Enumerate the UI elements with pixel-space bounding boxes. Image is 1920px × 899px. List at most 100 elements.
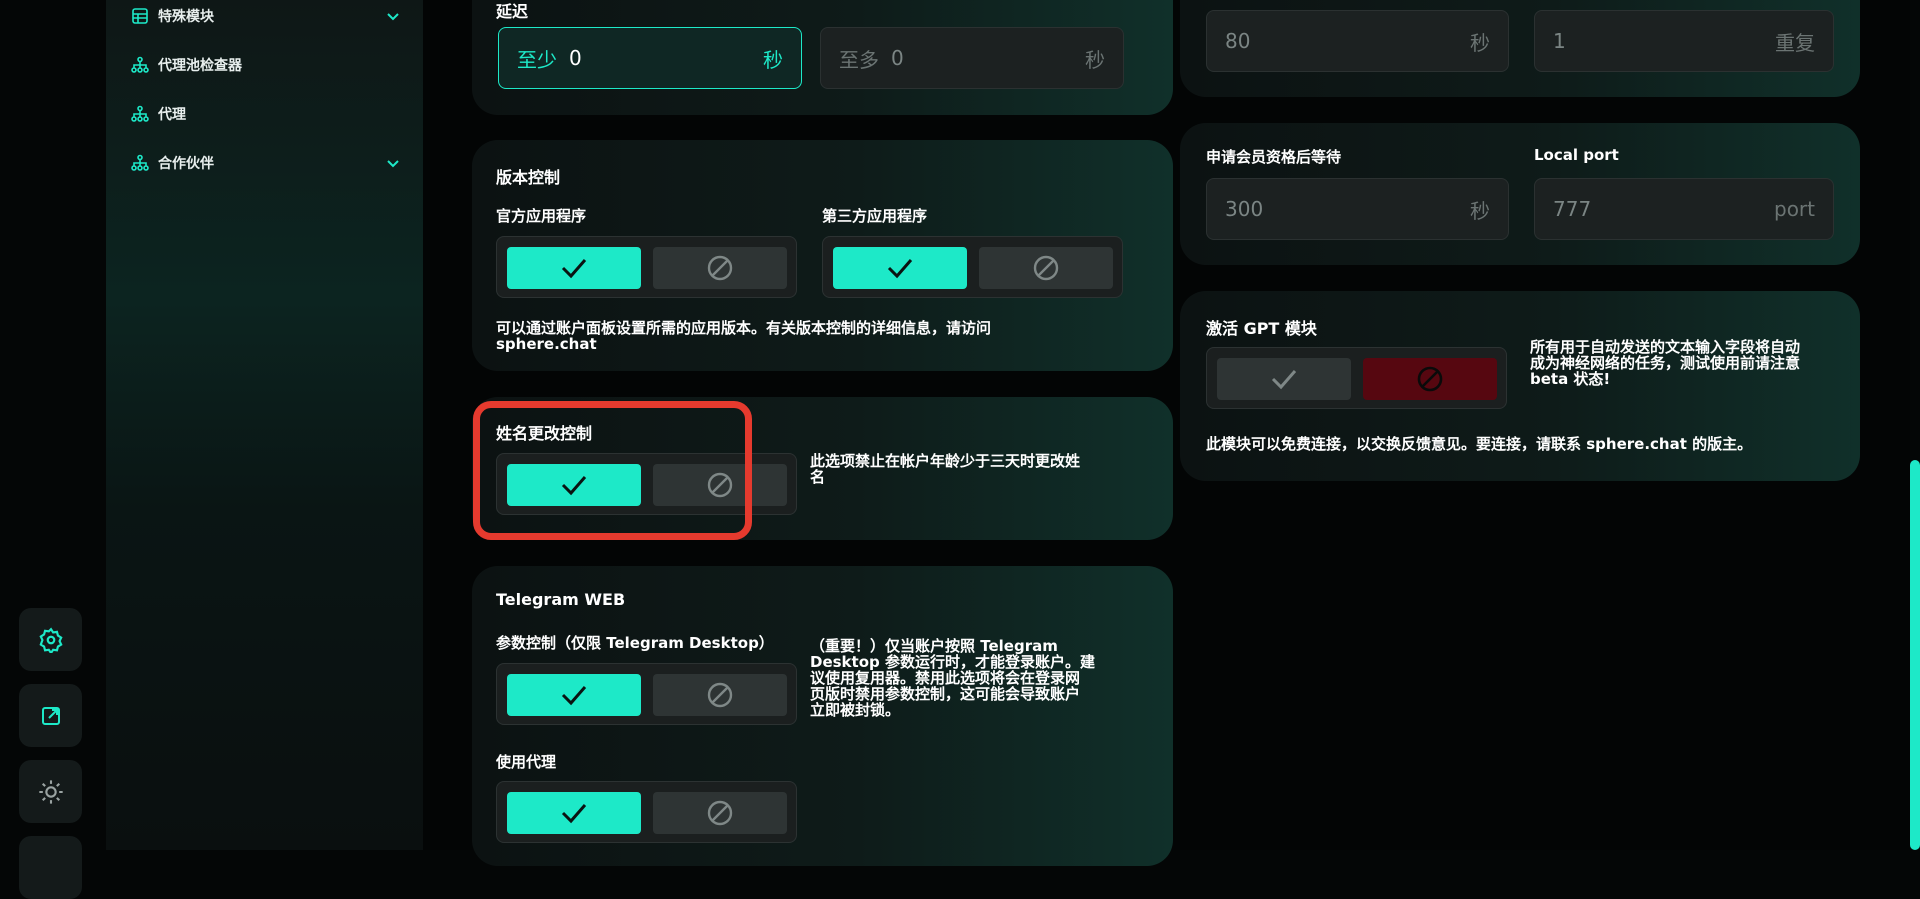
chevron-down-icon <box>387 13 399 21</box>
disable-button[interactable] <box>1363 358 1497 400</box>
version-control-note: 可以通过账户面板设置所需的应用版本。有关版本控制的详细信息，请访问 sphere… <box>496 320 1156 352</box>
gpt-title: 激活 GPT 模块 <box>1206 319 1317 338</box>
input2-unit: 重复 <box>1775 30 1815 55</box>
check-icon <box>887 259 913 279</box>
network-icon <box>130 153 150 173</box>
network-icon <box>130 55 150 75</box>
sidebar-item-proxy[interactable]: 代理 <box>130 102 401 126</box>
sidebar-item-proxy-pool-checker[interactable]: 代理池检查器 <box>130 53 401 77</box>
sphere-chat-link[interactable]: sphere.chat <box>496 336 1156 352</box>
input2-value: 1 <box>1553 29 1566 53</box>
scrollbar-thumb[interactable] <box>1910 460 1920 850</box>
left-rail <box>0 0 104 899</box>
port-value: 777 <box>1553 197 1592 221</box>
block-icon <box>707 255 733 281</box>
delay-title: 延迟 <box>496 2 529 21</box>
use-proxy-toggle <box>496 781 797 843</box>
note-line: 所有用于自动发送的文本输入字段将自动 <box>1530 338 1801 356</box>
block-icon <box>707 800 733 826</box>
sidebar-item-special-modules[interactable]: 特殊模块 <box>130 4 401 28</box>
input1-value: 80 <box>1225 29 1251 53</box>
main-content: 延迟 至少 0 秒 至多 0 秒 80 秒 1 重复 版本控制 官方应用程序 第… <box>423 0 1920 866</box>
gpt-side-note: 所有用于自动发送的文本输入字段将自动 成为神经网络的任务，测试使用前请注意 be… <box>1530 339 1840 387</box>
min-unit: 秒 <box>763 47 783 72</box>
wait-input[interactable]: 300 秒 <box>1206 178 1509 240</box>
enable-button[interactable] <box>1217 358 1351 400</box>
theme-icon <box>38 779 63 804</box>
note-line: 此选项禁止在帐户年龄少于三天时更改姓 <box>810 452 1081 470</box>
sidebar-item-label: 代理池检查器 <box>158 58 242 74</box>
top-right-input-2[interactable]: 1 重复 <box>1534 10 1834 72</box>
top-right-input-1[interactable]: 80 秒 <box>1206 10 1509 72</box>
min-prefix: 至少 <box>517 47 557 72</box>
use-proxy-label: 使用代理 <box>496 753 557 771</box>
check-icon <box>1271 370 1297 390</box>
rail-extra-button[interactable] <box>19 836 82 899</box>
block-icon <box>707 682 733 708</box>
membership-card: 申请会员资格后等待 Local port 300 秒 777 port <box>1180 123 1860 265</box>
third-party-app-toggle <box>822 236 1123 298</box>
note-line: 议使用复用器。禁用此选项将会在登录网 <box>810 669 1081 687</box>
enable-button[interactable] <box>507 674 641 716</box>
port-label: Local port <box>1534 146 1619 164</box>
telegram-web-card: Telegram WEB 参数控制（仅限 Telegram Desktop） （… <box>472 566 1173 866</box>
grid-icon <box>130 6 150 26</box>
note-line: 可以通过账户面板设置所需的应用版本。有关版本控制的详细信息，请访问 <box>496 319 992 337</box>
min-value: 0 <box>569 46 582 70</box>
port-input[interactable]: 777 port <box>1534 178 1834 240</box>
sidebar-item-label: 特殊模块 <box>158 9 214 25</box>
disable-button[interactable] <box>653 247 787 289</box>
disable-button[interactable] <box>979 247 1113 289</box>
sidebar-item-label: 代理 <box>158 107 186 123</box>
enable-button[interactable] <box>833 247 967 289</box>
external-link-button[interactable] <box>19 684 82 747</box>
external-link-icon <box>41 706 60 725</box>
sidebar: 特殊模块 代理池检查器 代理 合作伙伴 <box>106 0 423 850</box>
note-line: beta 状态! <box>1530 370 1611 388</box>
gpt-note: 此模块可以免费连接，以交换反馈意见。要连接，请联系 sphere.chat 的版… <box>1206 435 1753 453</box>
wait-unit: 秒 <box>1470 198 1490 223</box>
highlight-box <box>473 401 752 540</box>
telegram-web-note: （重要！）仅当账户按照 Telegram Desktop 参数运行时，才能登录账… <box>810 638 1140 718</box>
sidebar-item-label: 合作伙伴 <box>158 156 214 172</box>
third-party-app-label: 第三方应用程序 <box>822 207 928 225</box>
disable-button[interactable] <box>653 674 787 716</box>
telegram-web-title: Telegram WEB <box>496 590 626 609</box>
enable-button[interactable] <box>507 792 641 834</box>
wait-label: 申请会员资格后等待 <box>1206 148 1342 166</box>
check-icon <box>561 804 587 824</box>
top-right-card: 80 秒 1 重复 <box>1180 0 1860 97</box>
wait-value: 300 <box>1225 197 1264 221</box>
block-icon <box>1033 255 1059 281</box>
note-line: 立即被封锁。 <box>810 701 901 719</box>
delay-card: 延迟 至少 0 秒 至多 0 秒 <box>472 0 1173 115</box>
disable-button[interactable] <box>653 792 787 834</box>
settings-button[interactable] <box>19 608 82 671</box>
official-app-label: 官方应用程序 <box>496 207 587 225</box>
delay-min-input[interactable]: 至少 0 秒 <box>498 27 802 89</box>
note-line: （重要！）仅当账户按照 Telegram <box>810 637 1058 655</box>
chevron-down-icon <box>387 160 399 168</box>
note-line: 名 <box>810 468 826 486</box>
check-icon <box>561 686 587 706</box>
version-control-card: 版本控制 官方应用程序 第三方应用程序 可以通过账户面板设置所需的应用版本。有关… <box>472 140 1173 371</box>
block-icon <box>1417 366 1443 392</box>
delay-max-input[interactable]: 至多 0 秒 <box>820 27 1124 89</box>
check-icon <box>561 259 587 279</box>
gpt-toggle <box>1206 347 1507 409</box>
enable-button[interactable] <box>507 247 641 289</box>
note-line: 页版时禁用参数控制，这可能会导致账户 <box>810 685 1081 703</box>
sidebar-item-partners[interactable]: 合作伙伴 <box>130 151 401 175</box>
official-app-toggle <box>496 236 797 298</box>
settings-icon <box>38 626 63 653</box>
input1-unit: 秒 <box>1470 30 1490 55</box>
port-unit: port <box>1774 197 1815 221</box>
max-value: 0 <box>891 46 904 70</box>
theme-button[interactable] <box>19 760 82 823</box>
max-unit: 秒 <box>1085 47 1105 72</box>
version-control-title: 版本控制 <box>496 168 561 187</box>
max-prefix: 至多 <box>839 47 879 72</box>
gpt-module-card: 激活 GPT 模块 所有用于自动发送的文本输入字段将自动 成为神经网络的任务，测… <box>1180 291 1860 481</box>
network-icon <box>130 104 150 124</box>
note-line: 成为神经网络的任务，测试使用前请注意 <box>1530 354 1801 372</box>
